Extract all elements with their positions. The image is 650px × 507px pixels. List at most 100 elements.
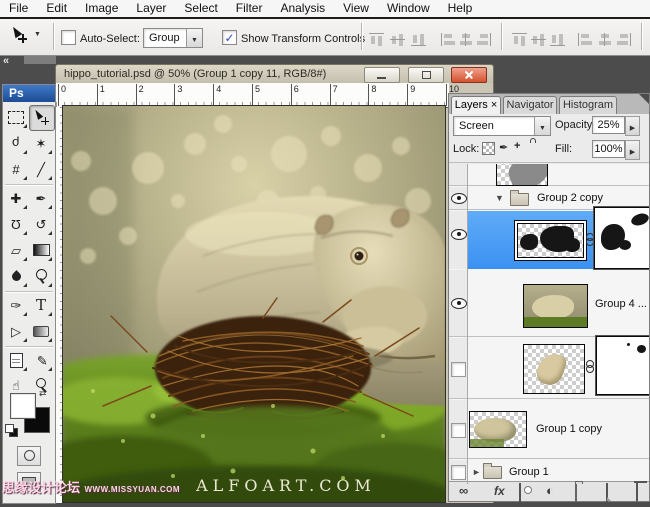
menu-item-select[interactable]: Select — [175, 0, 226, 17]
document-titlebar[interactable]: hippo_tutorial.psd @ 50% (Group 1 copy 1… — [56, 65, 493, 83]
swap-colors-icon[interactable]: ⇄ — [39, 388, 47, 399]
add-layer-mask-icon[interactable] — [519, 483, 521, 502]
opacity-value[interactable]: 25% — [592, 116, 625, 134]
crop-tool[interactable]: # — [4, 157, 28, 181]
toolbox-grip[interactable] — [24, 55, 56, 64]
auto-select-checkbox[interactable] — [61, 30, 76, 45]
distribute-vertical-centers-icon[interactable] — [531, 33, 546, 46]
spot-healing-brush-tool[interactable]: ✚ — [4, 186, 28, 210]
dropdown-arrow-button[interactable]: ▼ — [186, 29, 202, 47]
layer-thumbnail[interactable] — [469, 411, 527, 448]
visibility-column[interactable] — [449, 211, 467, 269]
notes-tool[interactable] — [4, 348, 28, 372]
fill-spinner[interactable]: ▶ — [625, 140, 640, 160]
link-mask-icon[interactable] — [585, 233, 594, 247]
clone-stamp-tool[interactable]: Ω — [4, 212, 28, 236]
visibility-column[interactable] — [449, 270, 467, 336]
delete-layer-icon[interactable] — [636, 483, 638, 502]
eraser-tool[interactable]: ▱ — [4, 238, 28, 262]
layer-mask-thumbnail[interactable] — [596, 336, 649, 395]
layer-thumbnail[interactable] — [517, 223, 584, 258]
layer-row-masked[interactable] — [449, 338, 649, 399]
move-tool[interactable] — [29, 105, 55, 131]
blend-mode-dropdown[interactable]: Screen ▼ — [453, 116, 551, 136]
menu-item-help[interactable]: Help — [439, 0, 482, 17]
layer-row-group4[interactable]: Group 4 ... — [449, 270, 649, 337]
menu-item-layer[interactable]: Layer — [127, 0, 175, 17]
quick-mask-button[interactable] — [17, 446, 41, 466]
type-tool[interactable]: T — [29, 293, 53, 317]
default-colors-icon[interactable] — [5, 424, 17, 436]
adjustment-layer-icon[interactable]: ◐ — [546, 484, 554, 498]
eye-icon[interactable] — [451, 229, 467, 240]
visibility-column[interactable] — [449, 400, 467, 458]
tab-close-icon[interactable]: × — [491, 99, 497, 111]
align-top-edges-icon[interactable] — [369, 33, 384, 46]
path-selection-tool[interactable]: ▷ — [4, 319, 28, 343]
new-group-icon[interactable] — [575, 483, 577, 502]
layer-name[interactable]: Group 1 — [509, 466, 549, 478]
align-horizontal-centers-icon[interactable] — [458, 33, 473, 46]
move-tool-icon[interactable] — [10, 26, 30, 46]
visibility-checkbox[interactable] — [451, 362, 466, 377]
link-layers-icon[interactable]: ∞ — [459, 484, 468, 498]
layer-row-partial[interactable] — [449, 164, 649, 186]
menu-item-file[interactable]: File — [0, 0, 37, 17]
distribute-horizontal-centers-icon[interactable] — [597, 33, 612, 46]
show-transform-controls-checkbox[interactable]: ✓ — [222, 30, 237, 45]
distribute-left-edges-icon[interactable] — [578, 33, 593, 46]
new-layer-icon[interactable] — [606, 483, 608, 502]
layer-row-group1-copy[interactable]: Group 1 copy — [449, 400, 649, 459]
lock-transparency-icon[interactable] — [482, 142, 495, 155]
restore-button[interactable] — [408, 67, 444, 83]
gradient-tool[interactable] — [29, 238, 53, 262]
layer-thumbnail[interactable] — [523, 344, 585, 394]
visibility-column[interactable] — [449, 187, 467, 209]
layer-style-icon[interactable]: fx — [494, 484, 505, 498]
menu-item-window[interactable]: Window — [378, 0, 439, 17]
brush-tool[interactable]: ✒ — [29, 186, 53, 210]
align-right-edges-icon[interactable] — [476, 33, 491, 46]
minimize-button[interactable] — [364, 67, 400, 83]
chevron-expanded-icon[interactable]: ▼ — [495, 193, 504, 203]
visibility-column[interactable] — [449, 460, 467, 483]
auto-select-target-dropdown[interactable]: Group ▼ — [143, 28, 203, 48]
eye-icon[interactable] — [451, 193, 467, 204]
tab-histogram[interactable]: Histogram — [559, 96, 617, 114]
align-left-edges-icon[interactable] — [441, 33, 456, 46]
foreground-color-swatch[interactable] — [10, 393, 36, 419]
lock-position-icon[interactable]: + — [514, 140, 520, 152]
history-brush-tool[interactable]: ↺ — [29, 212, 53, 236]
layer-name[interactable]: Group 4 ... — [595, 298, 647, 310]
tool-preset-dropdown-icon[interactable]: ▼ — [34, 31, 41, 38]
lock-pixels-icon[interactable]: ✒ — [499, 141, 508, 154]
layer-mask-thumbnail[interactable] — [594, 207, 649, 269]
chevron-collapsed-icon[interactable]: ► — [472, 467, 481, 477]
canvas[interactable]: ALFOART.COM — [63, 106, 445, 502]
layer-name[interactable]: Group 2 copy — [537, 192, 603, 204]
eyedropper-tool[interactable]: ✐ — [29, 348, 53, 372]
slice-tool[interactable]: ╱ — [29, 157, 53, 181]
tab-layers[interactable]: Layers × — [451, 96, 501, 114]
close-button[interactable] — [451, 67, 487, 83]
menu-item-image[interactable]: Image — [76, 0, 127, 17]
rectangular-marquee-tool[interactable] — [4, 105, 28, 129]
pen-tool[interactable]: ✑ — [4, 293, 28, 317]
distribute-bottom-edges-icon[interactable] — [550, 33, 565, 46]
menu-item-edit[interactable]: Edit — [37, 0, 76, 17]
menu-item-view[interactable]: View — [334, 0, 378, 17]
layer-name[interactable]: Group 1 copy — [536, 423, 602, 435]
blur-tool[interactable] — [4, 264, 28, 288]
dodge-tool[interactable] — [29, 264, 53, 288]
link-mask-icon[interactable] — [585, 360, 594, 374]
shape-tool[interactable] — [29, 319, 53, 343]
align-vertical-centers-icon[interactable] — [390, 33, 405, 46]
layer-thumbnail[interactable] — [523, 284, 588, 328]
visibility-checkbox[interactable] — [451, 423, 466, 438]
blend-mode-arrow[interactable]: ▼ — [534, 117, 550, 135]
opacity-spinner[interactable]: ▶ — [625, 116, 640, 136]
tab-navigator[interactable]: Navigator — [503, 96, 557, 114]
align-bottom-edges-icon[interactable] — [411, 33, 426, 46]
visibility-checkbox[interactable] — [451, 465, 466, 480]
menu-item-filter[interactable]: Filter — [227, 0, 272, 17]
